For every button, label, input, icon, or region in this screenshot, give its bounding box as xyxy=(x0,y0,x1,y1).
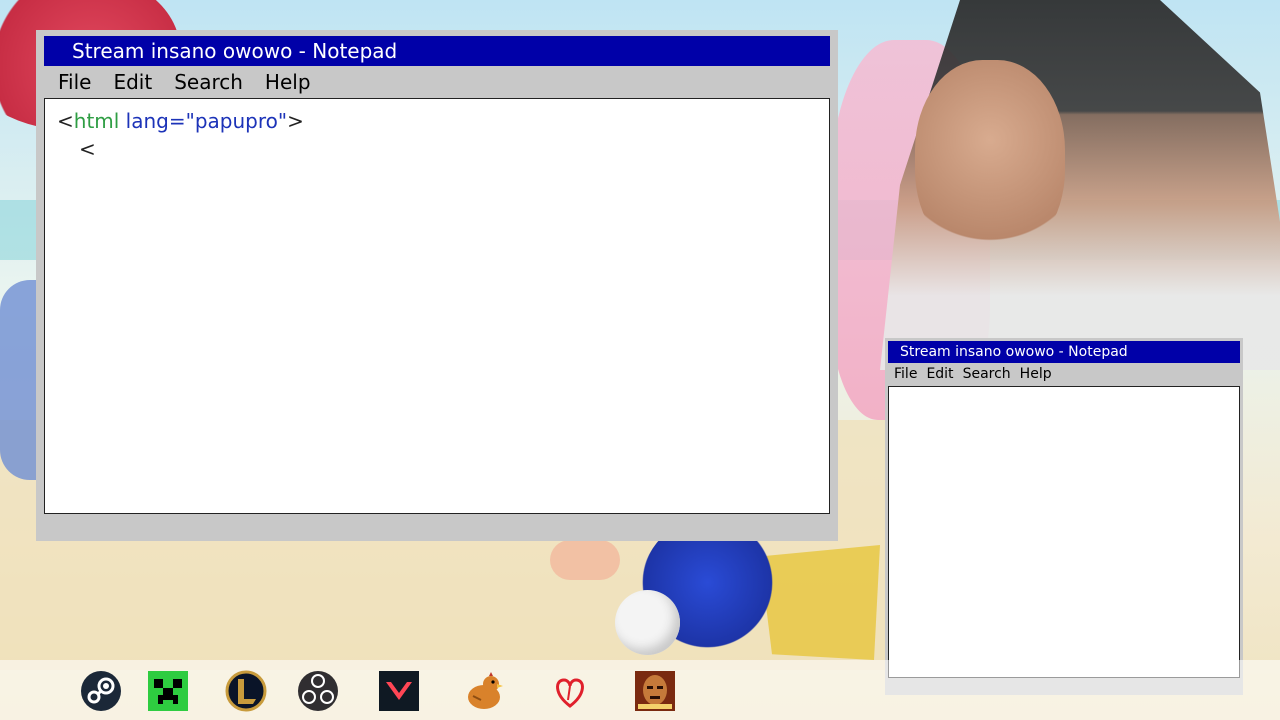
steam-icon[interactable] xyxy=(79,670,123,712)
window-title: Stream insano owowo - Notepad xyxy=(900,344,1128,360)
notepad-menu-bar: File Edit Search Help xyxy=(888,363,1055,385)
menu-help[interactable]: Help xyxy=(251,70,319,94)
menu-edit[interactable]: Edit xyxy=(920,366,956,382)
obs-icon[interactable] xyxy=(296,670,340,712)
game-portrait-icon[interactable] xyxy=(633,670,677,712)
snowball-sprite xyxy=(615,590,680,655)
menu-edit[interactable]: Edit xyxy=(99,70,160,94)
minecraft-icon[interactable] xyxy=(146,670,190,712)
wallpaper-person-face xyxy=(915,60,1065,260)
chicken-icon[interactable] xyxy=(462,670,506,712)
notepad-menu-bar: File Edit Search Help xyxy=(44,68,319,96)
notepad-text-area[interactable] xyxy=(888,386,1240,678)
window-title: Stream insano owowo - Notepad xyxy=(72,39,398,63)
menu-search[interactable]: Search xyxy=(160,70,251,94)
notepad-window-main[interactable]: Stream insano owowo - Notepad File Edit … xyxy=(36,30,838,541)
code-tag: html xyxy=(73,109,120,133)
code-line-2: < xyxy=(79,137,96,161)
menu-search[interactable]: Search xyxy=(957,366,1014,382)
code-line-1: <html lang="papupro"> xyxy=(57,109,304,133)
valorant-icon[interactable] xyxy=(377,670,421,712)
menu-help[interactable]: Help xyxy=(1014,366,1055,382)
notepad-window-small[interactable]: Stream insano owowo - Notepad File Edit … xyxy=(885,338,1243,695)
heart-icon[interactable] xyxy=(548,670,592,712)
code-content: <html lang="papupro"> < xyxy=(45,99,829,171)
notepad-title-bar[interactable]: Stream insano owowo - Notepad xyxy=(888,341,1240,363)
wallpaper-hand xyxy=(550,540,620,580)
menu-file[interactable]: File xyxy=(888,366,920,382)
notepad-text-area[interactable]: <html lang="papupro"> < xyxy=(44,98,830,514)
league-of-legends-icon[interactable] xyxy=(224,670,268,712)
menu-file[interactable]: File xyxy=(44,70,99,94)
notepad-title-bar[interactable]: Stream insano owowo - Notepad xyxy=(44,36,830,66)
code-attribute: lang="papupro" xyxy=(119,109,288,133)
